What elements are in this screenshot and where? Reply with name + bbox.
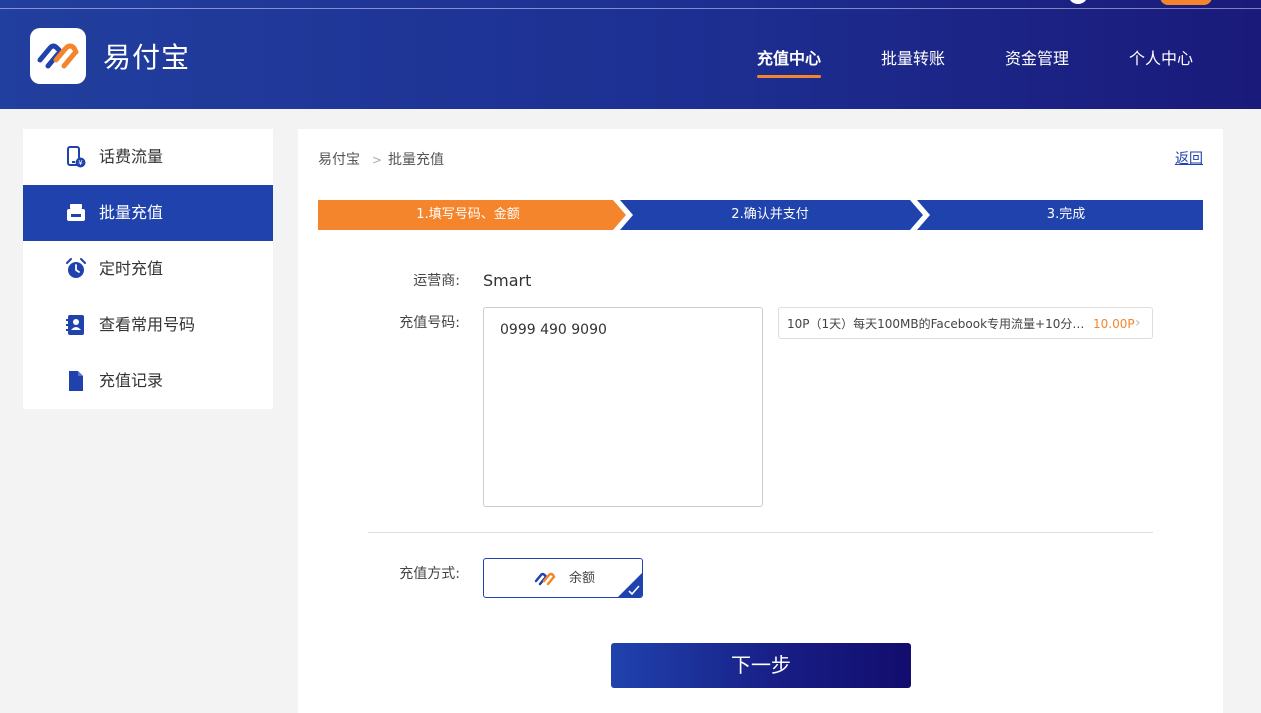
header-top-line <box>0 8 1261 9</box>
pay-option-label: 余额 <box>569 571 596 586</box>
sidebar-item-scheduled-recharge[interactable]: 定时充值 <box>23 241 273 297</box>
breadcrumb-home[interactable]: 易付宝 <box>318 151 360 169</box>
carrier-label: 运营商: <box>413 273 460 289</box>
form-divider <box>368 532 1153 533</box>
sidebar-item-frequent-numbers[interactable]: 查看常用号码 <box>23 297 273 353</box>
step-progress-bar: 1.填写号码、金额 2.确认并支付 3.完成 <box>318 200 1203 230</box>
checkmark-corner-icon <box>618 573 642 597</box>
sidebar-item-batch-recharge[interactable]: 批量充值 <box>23 185 273 241</box>
pay-option-balance[interactable]: 余额 <box>483 558 643 598</box>
step-1: 1.填写号码、金额 <box>416 207 520 222</box>
phone-label: 充值号码: <box>399 315 460 331</box>
contact-book-icon <box>66 315 84 335</box>
chain-link-logo-icon <box>37 43 79 69</box>
phone-number-input[interactable] <box>483 307 763 507</box>
nav-fund-management[interactable]: 资金管理 <box>1005 48 1069 72</box>
sidebar-item-label: 定时充值 <box>99 259 164 278</box>
breadcrumb-separator: > <box>372 153 383 167</box>
sidebar-item-label: 批量充值 <box>99 203 164 222</box>
breadcrumb-current: 批量充值 <box>388 152 444 168</box>
svg-text:¥: ¥ <box>78 159 83 167</box>
package-selector[interactable]: 10P（1天）每天100MB的Facebook专用流量+10分钟… 10.00P… <box>778 307 1153 339</box>
nav-active-underline <box>757 75 821 78</box>
carrier-value: Smart <box>483 271 532 290</box>
app-header: 易付宝 充值中心 批量转账 资金管理 个人中心 <box>0 0 1261 109</box>
step-3: 3.完成 <box>1046 207 1086 222</box>
package-description: 10P（1天）每天100MB的Facebook专用流量+10分钟… <box>787 317 1087 331</box>
package-price: 10.00P <box>1093 317 1135 331</box>
step-2: 2.确认并支付 <box>731 207 809 222</box>
sidebar-item-recharge-records[interactable]: 充值记录 <box>23 353 273 409</box>
nav-recharge-center[interactable]: 充值中心 <box>757 48 821 72</box>
document-icon <box>69 371 83 391</box>
pay-method-label: 充值方式: <box>399 566 460 582</box>
nav-batch-transfer[interactable]: 批量转账 <box>881 48 945 72</box>
sidebar-item-phone-data[interactable]: ¥ 话费流量 <box>23 129 273 185</box>
top-orange-button[interactable] <box>1160 0 1212 5</box>
main-panel: 易付宝 > 批量充值 返回 1.填写号码、金额 2.确认并支付 3.完成 运营商… <box>298 129 1223 713</box>
sidebar: ¥ 话费流量 批量充值 定时充值 查看常用号码 充值记录 <box>23 129 273 409</box>
next-step-button[interactable]: 下一步 <box>611 643 911 688</box>
chevron-right-icon: › <box>1135 315 1141 331</box>
sidebar-item-label: 话费流量 <box>99 147 164 166</box>
alarm-clock-icon <box>66 258 86 278</box>
printer-icon <box>67 204 85 221</box>
brand-logo[interactable] <box>30 28 86 84</box>
brand-name: 易付宝 <box>103 41 191 74</box>
nav-personal-center[interactable]: 个人中心 <box>1129 48 1193 72</box>
chain-link-logo-icon <box>534 572 556 586</box>
back-link[interactable]: 返回 <box>1175 150 1203 168</box>
phone-yen-icon: ¥ <box>67 146 86 168</box>
top-avatar-dot[interactable] <box>1068 0 1088 4</box>
sidebar-item-label: 查看常用号码 <box>99 315 196 334</box>
sidebar-item-label: 充值记录 <box>99 371 164 390</box>
